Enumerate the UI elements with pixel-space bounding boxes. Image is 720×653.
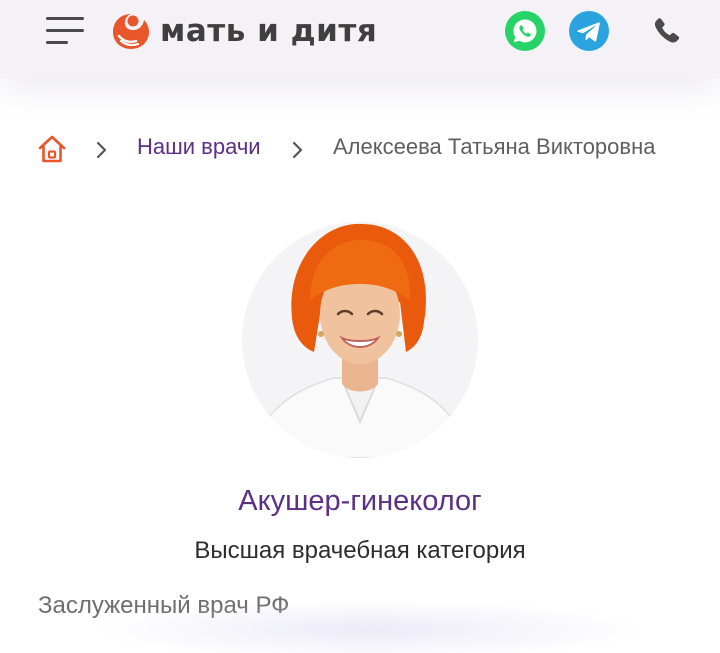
logo-text: мать и дитя [160, 13, 378, 49]
doctor-portrait-image [242, 222, 478, 458]
home-icon[interactable] [36, 134, 68, 164]
breadcrumb-current: Алексеева Татьяна Викторовна [333, 134, 656, 159]
mother-child-logo-icon [113, 14, 149, 49]
whatsapp-icon[interactable] [504, 10, 546, 52]
chevron-right-icon [292, 141, 303, 159]
logo[interactable]: мать и дитя [110, 10, 377, 52]
breadcrumb: Наши врачи Алексеева Татьяна Викторовна [0, 126, 720, 170]
doctor-photo [242, 222, 478, 458]
top-header: мать и дитя [0, 0, 720, 78]
breadcrumb-link-doctors[interactable]: Наши врачи [137, 134, 261, 160]
chevron-right-icon [96, 141, 107, 159]
hamburger-menu-icon[interactable] [46, 14, 86, 48]
doctor-honorary-title: Заслуженный врач РФ [38, 592, 290, 619]
telegram-icon[interactable] [568, 10, 610, 52]
doctor-specialty: Акушер-гинеколог [238, 485, 482, 517]
doctor-category: Высшая врачебная категория [194, 537, 526, 564]
phone-icon[interactable] [646, 10, 688, 52]
